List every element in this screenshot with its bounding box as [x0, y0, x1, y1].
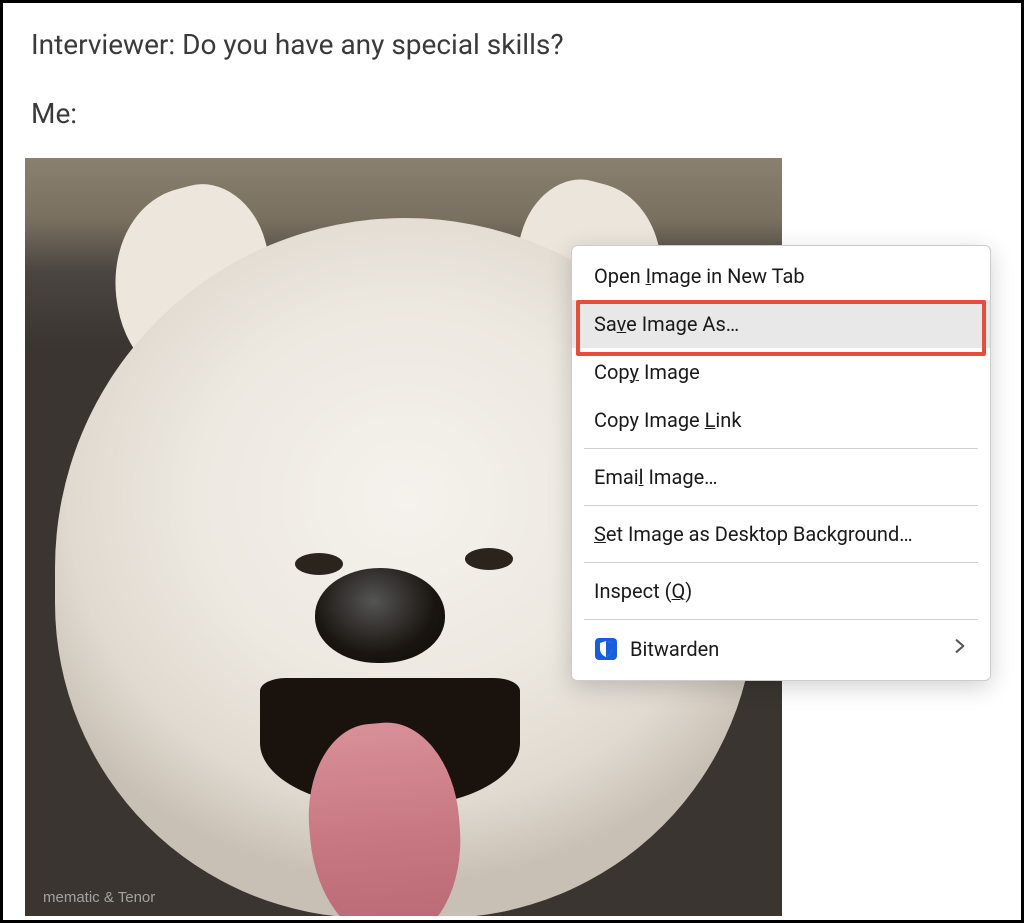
- chevron-right-icon: [950, 636, 970, 662]
- menu-separator: [584, 562, 978, 563]
- dog-illustration: [315, 568, 445, 663]
- menu-save-image-as[interactable]: Save Image As…: [572, 300, 990, 348]
- menu-separator: [584, 505, 978, 506]
- meme-caption: Interviewer: Do you have any special ski…: [3, 3, 785, 152]
- menu-bitwarden-label: Bitwarden: [630, 637, 719, 661]
- menu-separator: [584, 619, 978, 620]
- menu-set-desktop-background[interactable]: Set Image as Desktop Background…: [572, 510, 990, 558]
- bitwarden-shield-icon: [594, 637, 618, 661]
- dog-illustration: [465, 548, 513, 570]
- menu-copy-image[interactable]: Copy Image: [572, 348, 990, 396]
- menu-bitwarden[interactable]: Bitwarden: [572, 624, 990, 674]
- menu-separator: [584, 448, 978, 449]
- image-watermark: mematic & Tenor: [43, 889, 155, 906]
- menu-open-image-new-tab[interactable]: Open Image in New Tab: [572, 252, 990, 300]
- meme-line-2: Me:: [31, 94, 757, 135]
- screenshot-frame: Interviewer: Do you have any special ski…: [0, 0, 1024, 923]
- image-context-menu: Open Image in New Tab Save Image As… Cop…: [571, 245, 991, 681]
- menu-inspect[interactable]: Inspect (Q): [572, 567, 990, 615]
- dog-illustration: [295, 553, 343, 575]
- menu-email-image[interactable]: Email Image…: [572, 453, 990, 501]
- meme-line-1: Interviewer: Do you have any special ski…: [31, 25, 757, 66]
- menu-copy-image-link[interactable]: Copy Image Link: [572, 396, 990, 444]
